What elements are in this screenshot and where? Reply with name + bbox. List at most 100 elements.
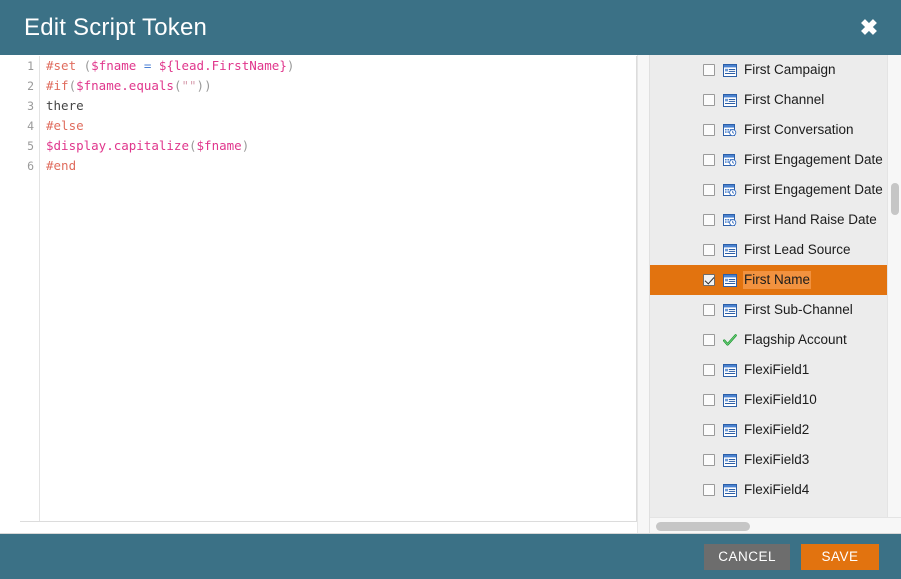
text-field-icon	[723, 453, 737, 467]
dialog-footer: CANCEL SAVE	[0, 534, 901, 579]
code-token-str: ""	[181, 78, 197, 93]
field-checkbox[interactable]	[703, 184, 715, 196]
field-list-item[interactable]: FlexiField10	[650, 385, 887, 415]
field-list-item[interactable]: Flagship Account	[650, 325, 887, 355]
editor-line-number: 6	[27, 159, 34, 173]
vertical-scrollbar-thumb[interactable]	[891, 183, 899, 215]
field-list[interactable]: First Campaign First Channel First Convers…	[650, 55, 887, 517]
dialog-title: Edit Script Token	[24, 13, 208, 41]
field-checkbox[interactable]	[703, 154, 715, 166]
text-field-icon	[723, 93, 737, 107]
field-list-item[interactable]: First Conversation	[650, 115, 887, 145]
code-token-punct: )	[241, 138, 250, 153]
script-editor[interactable]: 1 2 3 4 5 6 #set ($fname = ${lead.FirstName})…	[20, 56, 637, 522]
panel-divider	[637, 55, 650, 534]
edit-script-token-dialog: Edit Script Token ✖ 1 2 3 4 5 6 #set ($fname …	[0, 0, 901, 579]
field-list-item[interactable]: First Campaign	[650, 55, 887, 85]
field-checkbox[interactable]	[703, 364, 715, 376]
field-label: First Channel	[744, 92, 825, 107]
save-button[interactable]: SAVE	[801, 543, 879, 570]
field-list-item[interactable]: First Channel	[650, 85, 887, 115]
field-list-item[interactable]: FlexiField2	[650, 415, 887, 445]
editor-line-number-gutter: 1 2 3 4 5 6	[20, 56, 40, 521]
field-checkbox[interactable]	[703, 214, 715, 226]
text-field-icon	[723, 423, 737, 437]
field-checkbox[interactable]	[703, 64, 715, 76]
text-field-icon	[723, 363, 737, 377]
field-checkbox[interactable]	[703, 124, 715, 136]
code-token-punct: ))	[196, 78, 212, 93]
code-token-var: $fname	[91, 58, 137, 73]
editor-code-line: #end	[46, 156, 636, 176]
field-checkbox[interactable]	[703, 454, 715, 466]
field-list-item[interactable]: First Sub-Channel	[650, 295, 887, 325]
field-label: First Conversation	[744, 122, 854, 137]
text-field-icon	[723, 243, 737, 257]
code-token-var: $fname	[196, 138, 242, 153]
field-list-item[interactable]: First Lead Source	[650, 235, 887, 265]
date-field-icon	[723, 213, 737, 226]
code-token-plain: there	[46, 98, 84, 113]
footer-separator	[0, 533, 901, 534]
editor-code-line: #else	[46, 116, 636, 136]
field-label: First Engagement Date	[744, 152, 883, 167]
field-list-item[interactable]: First Engagement Date	[650, 145, 887, 175]
field-checkbox[interactable]	[703, 484, 715, 496]
boolean-field-icon	[723, 333, 737, 346]
editor-line-number: 1	[27, 59, 34, 73]
code-token-punct: (	[68, 78, 77, 93]
text-field-icon	[723, 483, 737, 497]
close-icon[interactable]: ✖	[855, 14, 883, 42]
editor-code-line: $display.capitalize($fname)	[46, 136, 636, 156]
field-label: FlexiField1	[744, 362, 810, 377]
field-list-item[interactable]: FlexiField3	[650, 445, 887, 475]
editor-code-line: there	[46, 96, 636, 116]
field-checkbox[interactable]	[703, 244, 715, 256]
text-field-icon	[723, 303, 737, 317]
field-checkbox[interactable]	[703, 394, 715, 406]
editor-line-number: 4	[27, 119, 34, 133]
field-checkbox[interactable]	[703, 424, 715, 436]
code-token-punct: (	[76, 58, 92, 73]
field-list-item[interactable]: First Hand Raise Date	[650, 205, 887, 235]
field-label: FlexiField2	[744, 422, 810, 437]
date-field-icon	[723, 123, 737, 136]
text-field-icon	[723, 63, 737, 77]
field-list-item[interactable]: FlexiField4	[650, 475, 887, 505]
code-token-var: ${lead.FirstName}	[158, 58, 287, 73]
text-field-icon	[723, 393, 737, 407]
code-token-var: $fname.equals	[76, 78, 174, 93]
field-list-horizontal-scrollbar[interactable]	[650, 517, 901, 533]
field-checkbox[interactable]	[703, 274, 715, 286]
text-field-icon	[723, 273, 737, 287]
code-token-directive: #end	[46, 158, 77, 173]
field-checkbox[interactable]	[703, 304, 715, 316]
field-label: First Campaign	[744, 62, 836, 77]
field-label: Flagship Account	[744, 332, 847, 347]
editor-line-number: 3	[27, 99, 34, 113]
cancel-button[interactable]: CANCEL	[704, 543, 790, 570]
field-checkbox[interactable]	[703, 334, 715, 346]
editor-line-number: 5	[27, 139, 34, 153]
field-label: First Engagement Date (	[744, 182, 887, 197]
editor-code-area[interactable]: #set ($fname = ${lead.FirstName}) #if($fn…	[41, 56, 636, 521]
field-label: First Hand Raise Date	[744, 212, 877, 227]
code-token-directive: #if	[46, 78, 69, 93]
code-token-var: $display.capitalize	[46, 138, 189, 153]
field-list-item[interactable]: First Engagement Date (	[650, 175, 887, 205]
dialog-body: 1 2 3 4 5 6 #set ($fname = ${lead.FirstName})…	[0, 55, 901, 534]
script-editor-panel: 1 2 3 4 5 6 #set ($fname = ${lead.FirstName})…	[0, 55, 637, 534]
code-token-punct: )	[286, 58, 295, 73]
field-checkbox[interactable]	[703, 94, 715, 106]
editor-code-line: #if($fname.equals(""))	[46, 76, 636, 96]
field-list-panel: First Campaign First Channel First Convers…	[650, 55, 901, 534]
field-label: FlexiField10	[744, 392, 817, 407]
code-token-directive: #else	[46, 118, 84, 133]
code-token-directive: #set	[46, 58, 77, 73]
field-list-item[interactable]: FlexiField1	[650, 355, 887, 385]
field-list-item[interactable]: First Name	[650, 265, 887, 295]
field-list-vertical-scrollbar[interactable]	[887, 55, 901, 517]
horizontal-scrollbar-thumb[interactable]	[656, 522, 750, 531]
